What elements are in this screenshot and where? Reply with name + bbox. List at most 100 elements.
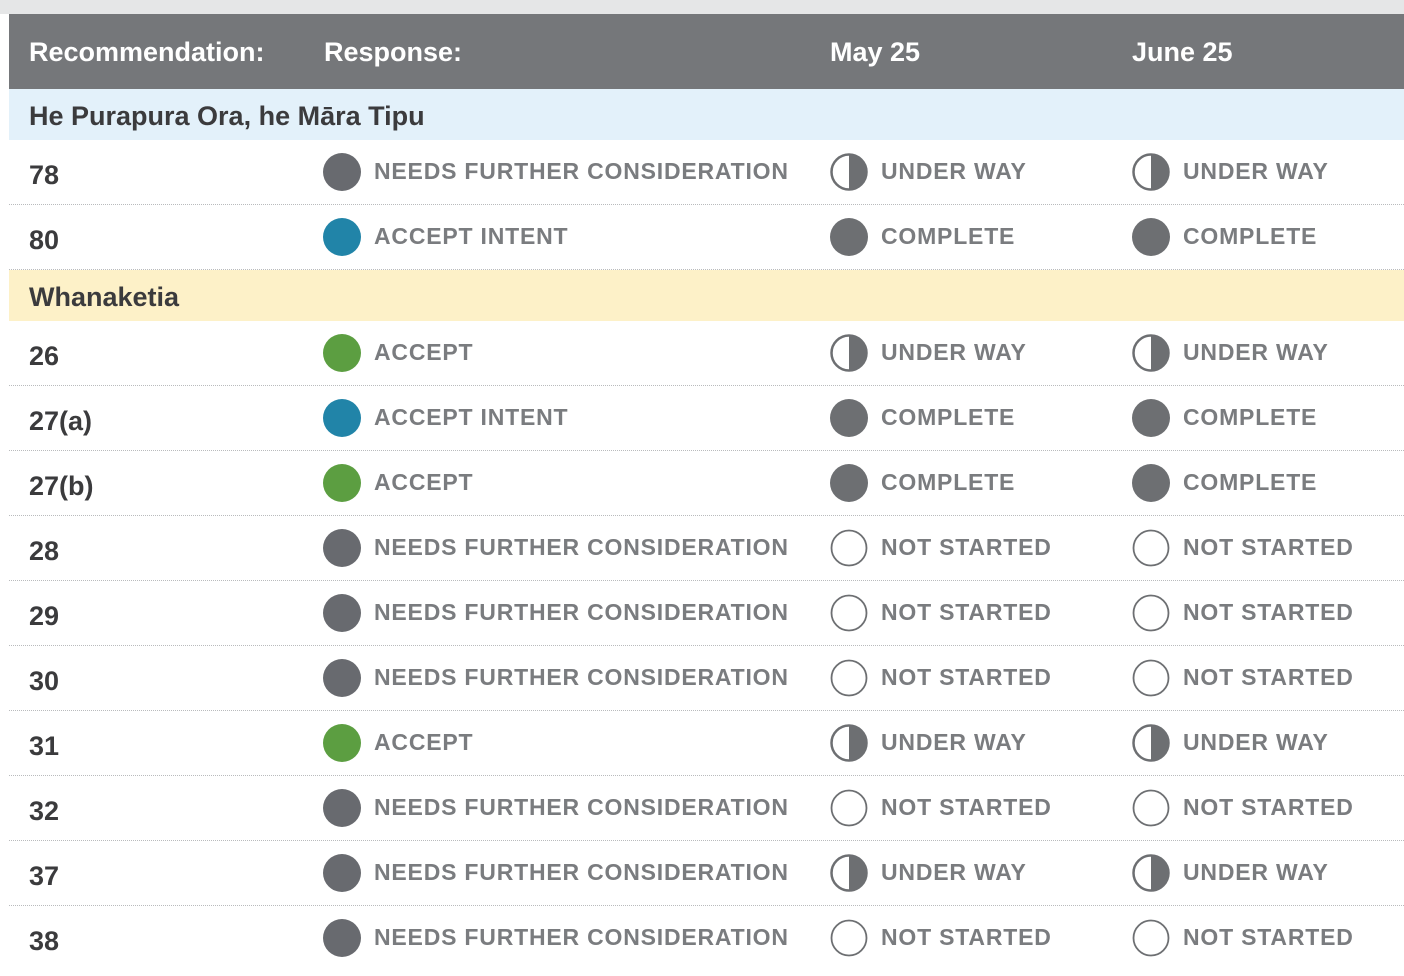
not-started-icon bbox=[1132, 659, 1170, 697]
recommendation-number: 28 bbox=[29, 536, 60, 566]
not-started-icon bbox=[830, 789, 868, 827]
recommendation-number: 32 bbox=[29, 796, 60, 826]
june-status-cell-label: COMPLETE bbox=[1183, 469, 1318, 495]
response-cell-label: ACCEPT bbox=[374, 729, 474, 755]
needs-consideration-icon bbox=[323, 529, 361, 567]
top-strip bbox=[0, 0, 1404, 14]
response-cell-label: NEEDS FURTHER CONSIDERATION bbox=[374, 794, 789, 820]
response-cell-label: NEEDS FURTHER CONSIDERATION bbox=[374, 158, 789, 184]
response-cell-label: ACCEPT INTENT bbox=[374, 223, 569, 249]
recommendation-number: 38 bbox=[29, 926, 60, 956]
section-heading: He Purapura Ora, he Māra Tipu bbox=[9, 89, 1404, 140]
complete-icon bbox=[830, 399, 868, 437]
june-status-cell-label: NOT STARTED bbox=[1183, 924, 1354, 950]
complete-icon bbox=[830, 464, 868, 502]
june-status-cell-label: UNDER WAY bbox=[1183, 729, 1329, 755]
not-started-icon bbox=[1132, 529, 1170, 567]
recommendation-number: 26 bbox=[29, 341, 60, 371]
table-row: 28 NEEDS FURTHER CONSIDERATION NOT STARTED… bbox=[9, 516, 1404, 581]
may-status-cell-label: UNDER WAY bbox=[881, 158, 1027, 184]
june-status-cell-label: UNDER WAY bbox=[1183, 339, 1329, 365]
table-body: He Purapura Ora, he Māra Tipu 78 NEEDS FUR… bbox=[9, 89, 1404, 971]
accept-intent-icon bbox=[323, 218, 361, 256]
table-header: Recommendation: Response: May 25 June 25 bbox=[9, 14, 1404, 89]
under-way-icon bbox=[830, 854, 868, 892]
table-row: 38 NEEDS FURTHER CONSIDERATION NOT STARTED… bbox=[9, 906, 1404, 971]
table-row: 26 ACCEPT UNDER WAY UNDER WAY bbox=[9, 321, 1404, 386]
complete-icon bbox=[1132, 399, 1170, 437]
response-cell-label: NEEDS FURTHER CONSIDERATION bbox=[374, 859, 789, 885]
may-status-cell-label: UNDER WAY bbox=[881, 339, 1027, 365]
needs-consideration-icon bbox=[323, 854, 361, 892]
needs-consideration-icon bbox=[323, 789, 361, 827]
section-heading: Whanaketia bbox=[9, 270, 1404, 321]
table-row: 27(b) ACCEPT COMPLETE COMPLETE bbox=[9, 451, 1404, 516]
under-way-icon bbox=[1132, 724, 1170, 762]
under-way-icon bbox=[830, 153, 868, 191]
complete-icon bbox=[830, 218, 868, 256]
may-status-cell-label: NOT STARTED bbox=[881, 664, 1052, 690]
not-started-icon bbox=[830, 919, 868, 957]
may-status-cell-label: COMPLETE bbox=[881, 469, 1016, 495]
june-status-cell-label: UNDER WAY bbox=[1183, 158, 1329, 184]
recommendation-number: 78 bbox=[29, 160, 60, 190]
table-row: 30 NEEDS FURTHER CONSIDERATION NOT STARTED… bbox=[9, 646, 1404, 711]
response-cell-label: NEEDS FURTHER CONSIDERATION bbox=[374, 924, 789, 950]
not-started-icon bbox=[1132, 594, 1170, 632]
table-row: 78 NEEDS FURTHER CONSIDERATION UNDER WAY UN… bbox=[9, 140, 1404, 205]
not-started-icon bbox=[830, 594, 868, 632]
not-started-icon bbox=[830, 529, 868, 567]
under-way-icon bbox=[830, 334, 868, 372]
table-row: 37 NEEDS FURTHER CONSIDERATION UNDER WAY UN… bbox=[9, 841, 1404, 906]
may-status-cell-label: NOT STARTED bbox=[881, 534, 1052, 560]
june-status-cell-label: UNDER WAY bbox=[1183, 859, 1329, 885]
table-row: 27(a) ACCEPT INTENT COMPLETE COMPLETE bbox=[9, 386, 1404, 451]
not-started-icon bbox=[1132, 919, 1170, 957]
june-status-cell-label: COMPLETE bbox=[1183, 223, 1318, 249]
may-status-cell-label: UNDER WAY bbox=[881, 729, 1027, 755]
table-row: 31 ACCEPT UNDER WAY UNDER WAY bbox=[9, 711, 1404, 776]
recommendation-number: 80 bbox=[29, 225, 60, 255]
needs-consideration-icon bbox=[323, 919, 361, 957]
needs-consideration-icon bbox=[323, 659, 361, 697]
recommendation-number: 29 bbox=[29, 601, 60, 631]
table-row: 80 ACCEPT INTENT COMPLETE COMPLETE bbox=[9, 205, 1404, 270]
may-status-cell-label: UNDER WAY bbox=[881, 859, 1027, 885]
under-way-icon bbox=[1132, 854, 1170, 892]
accept-intent-icon bbox=[323, 399, 361, 437]
recommendation-number: 37 bbox=[29, 861, 60, 891]
response-cell-label: NEEDS FURTHER CONSIDERATION bbox=[374, 664, 789, 690]
section-title: He Purapura Ora, he Māra Tipu bbox=[29, 101, 425, 131]
recommendation-number: 27(b) bbox=[29, 471, 94, 501]
under-way-icon bbox=[1132, 334, 1170, 372]
recommendation-number: 27(a) bbox=[29, 406, 93, 436]
response-cell-label: ACCEPT INTENT bbox=[374, 404, 569, 430]
may-status-cell-label: NOT STARTED bbox=[881, 599, 1052, 625]
complete-icon bbox=[1132, 218, 1170, 256]
recommendation-number: 30 bbox=[29, 666, 60, 696]
june-status-cell-label: NOT STARTED bbox=[1183, 599, 1354, 625]
needs-consideration-icon bbox=[323, 153, 361, 191]
response-cell-label: ACCEPT bbox=[374, 339, 474, 365]
header-recommendation: Recommendation: bbox=[29, 37, 265, 67]
accept-icon bbox=[323, 724, 361, 762]
may-status-cell-label: NOT STARTED bbox=[881, 794, 1052, 820]
may-status-cell-label: COMPLETE bbox=[881, 223, 1016, 249]
may-status-cell-label: COMPLETE bbox=[881, 404, 1016, 430]
june-status-cell-label: NOT STARTED bbox=[1183, 794, 1354, 820]
response-cell-label: NEEDS FURTHER CONSIDERATION bbox=[374, 599, 789, 625]
recommendations-table: Recommendation: Response: May 25 June 25… bbox=[9, 14, 1404, 971]
response-cell-label: ACCEPT bbox=[374, 469, 474, 495]
not-started-icon bbox=[830, 659, 868, 697]
under-way-icon bbox=[830, 724, 868, 762]
june-status-cell-label: NOT STARTED bbox=[1183, 534, 1354, 560]
section-title: Whanaketia bbox=[29, 282, 180, 312]
recommendation-number: 31 bbox=[29, 731, 60, 761]
complete-icon bbox=[1132, 464, 1170, 502]
accept-icon bbox=[323, 334, 361, 372]
not-started-icon bbox=[1132, 789, 1170, 827]
under-way-icon bbox=[1132, 153, 1170, 191]
accept-icon bbox=[323, 464, 361, 502]
table-row: 29 NEEDS FURTHER CONSIDERATION NOT STARTED… bbox=[9, 581, 1404, 646]
june-status-cell-label: COMPLETE bbox=[1183, 404, 1318, 430]
